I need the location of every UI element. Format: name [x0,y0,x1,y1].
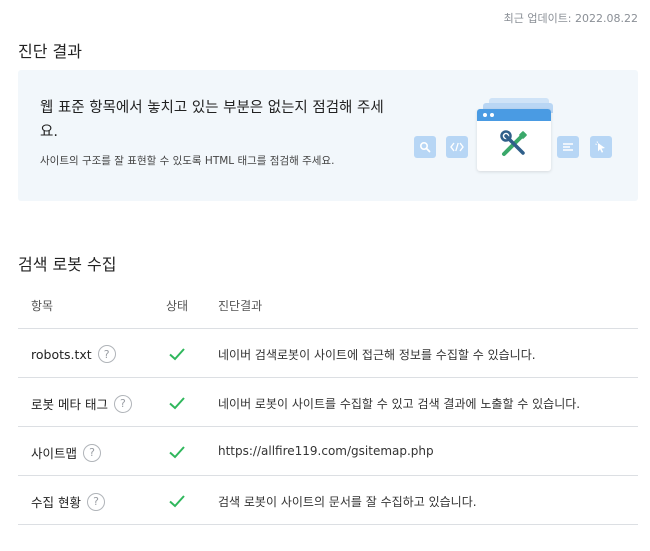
banner-subtext: 사이트의 구조를 잘 표현할 수 있도록 HTML 태그를 점검해 주세요. [40,155,335,167]
help-icon[interactable]: ? [113,394,132,413]
robot-title: 검색 로봇 수집 [18,255,117,274]
window-dot [483,113,487,117]
table-row: 사이트맵 ? https://allfire119.com/gsitemap.p… [18,427,638,476]
sitemap-link[interactable]: https://allfire119.com/gsitemap.php [218,444,434,458]
header-result: 진단결과 [218,299,263,313]
header-status: 상태 [166,299,189,313]
help-icon[interactable]: ? [97,345,116,363]
row-item-label: 로봇 메타 태그 [31,397,108,412]
robot-table: 항목 상태 진단결과 robots.txt ? 네이버 검색로봇이 사이트에 접… [18,282,638,525]
diagnosis-title: 진단 결과 [18,42,82,61]
banner-headline: 웹 표준 항목에서 놓치고 있는 부분은 없는지 점검해 주세요. [40,100,384,140]
header-item: 항목 [31,299,54,313]
row-item: robots.txt ? [31,345,116,363]
check-icon [168,493,186,512]
row-item: 수집 현황 ? [31,492,105,511]
list-icon [557,136,579,158]
help-icon[interactable]: ? [83,443,102,462]
diagnosis-banner: 웹 표준 항목에서 놓치고 있는 부분은 없는지 점검해 주세요. 사이트의 구… [18,70,638,201]
check-icon [168,395,186,414]
cursor-icon [590,136,612,158]
row-item: 로봇 메타 태그 ? [31,394,132,413]
table-header: 항목 상태 진단결과 [18,282,638,329]
row-item-label: 수집 현황 [31,495,81,510]
last-updated: 최근 업데이트: 2022.08.22 [503,12,638,25]
search-icon [414,136,436,158]
table-row: 로봇 메타 태그 ? 네이버 로봇이 사이트를 수집할 수 있고 검색 결과에 … [18,378,638,427]
window-dot [490,113,494,117]
code-icon [446,136,468,158]
check-icon [168,346,186,365]
window-titlebar [477,109,551,121]
web-standard-illustration [414,94,619,179]
table-row: robots.txt ? 네이버 검색로봇이 사이트에 접근해 정보를 수집할 … [18,329,638,378]
browser-window [477,109,551,171]
help-icon[interactable]: ? [86,492,105,511]
tools-icon [498,128,530,164]
row-result: 네이버 검색로봇이 사이트에 접근해 정보를 수집할 수 있습니다. [218,348,536,362]
row-item: 사이트맵 ? [31,443,102,462]
table-row: 수집 현황 ? 검색 로봇이 사이트의 문서를 잘 수집하고 있습니다. [18,476,638,525]
row-result: 검색 로봇이 사이트의 문서를 잘 수집하고 있습니다. [218,495,477,509]
row-item-label: robots.txt [31,346,92,362]
row-result: 네이버 로봇이 사이트를 수집할 수 있고 검색 결과에 노출할 수 있습니다. [218,397,581,411]
row-item-label: 사이트맵 [31,446,78,461]
check-icon [168,444,186,463]
